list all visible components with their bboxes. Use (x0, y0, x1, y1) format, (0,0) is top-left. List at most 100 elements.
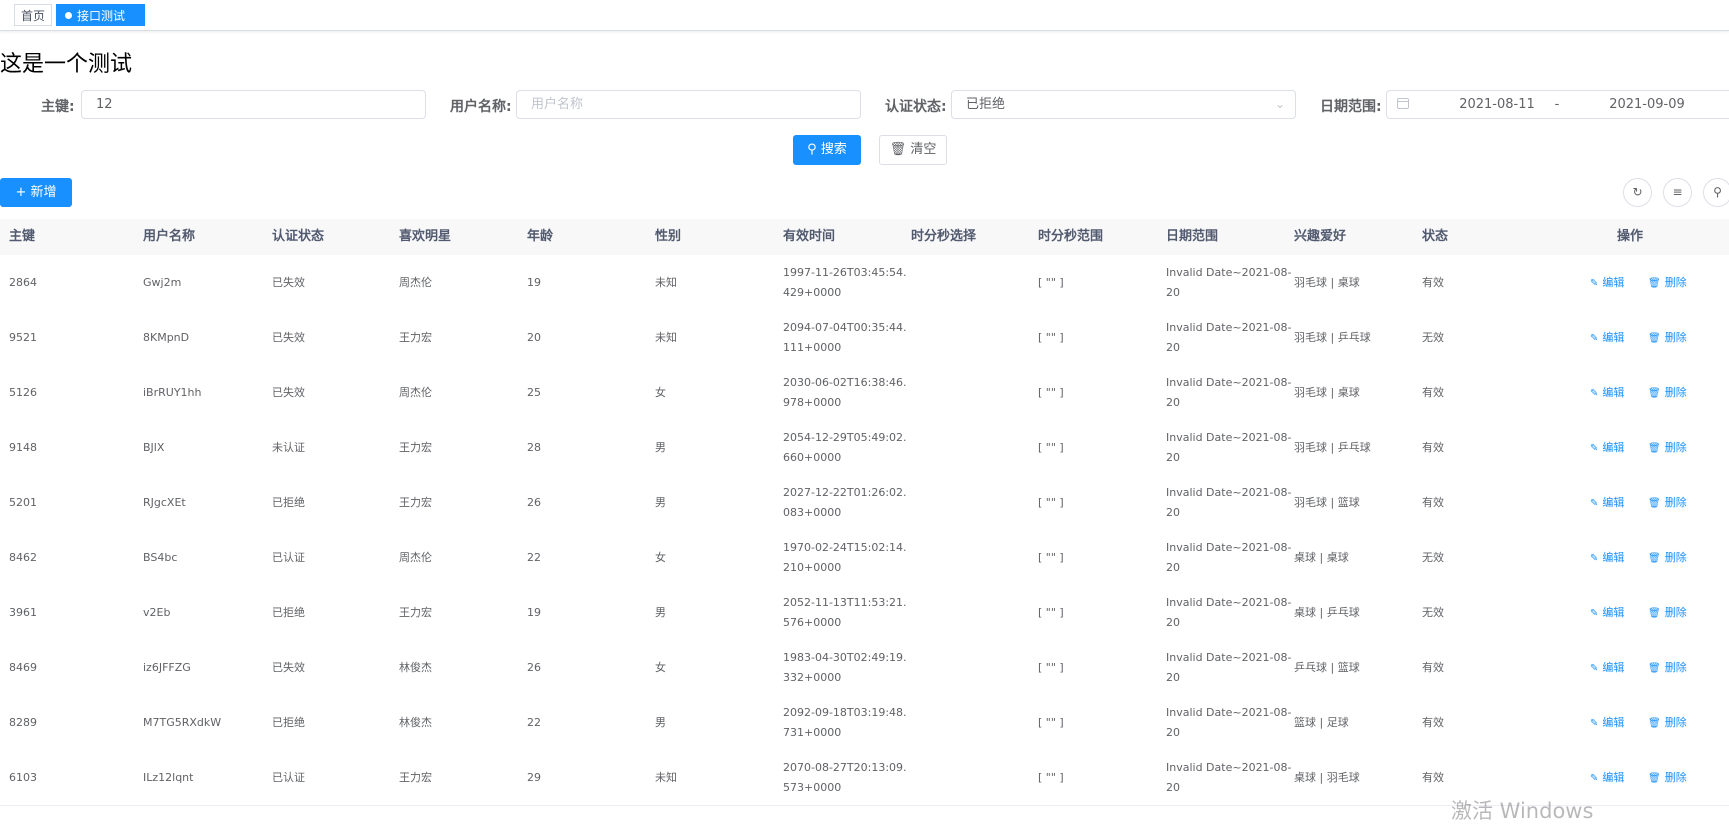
edit-button[interactable]: ✎ 编辑 (1590, 695, 1624, 751)
cell-gender: 未知 (655, 331, 677, 344)
cell-username: v2Eb (143, 606, 171, 619)
close-icon[interactable]: × (71, 34, 79, 45)
plus-icon: + (15, 185, 27, 200)
trash-icon: 🗑 (1648, 443, 1661, 454)
cell-date-range: Invalid Date~2021-08- 20 (1166, 758, 1292, 798)
cell-date-range: Invalid Date~2021-08- 20 (1166, 538, 1292, 578)
col-header-hobby: 兴趣爱好 (1294, 229, 1347, 244)
edit-button[interactable]: ✎ 编辑 (1590, 585, 1624, 641)
date-range-picker[interactable]: 2021-08-11 - 2021-09-09 (1386, 90, 1729, 119)
col-header-star: 喜欢明星 (399, 229, 452, 244)
cell-hobby: 乒乓球 | 篮球 (1294, 661, 1360, 674)
cell-time-range: [ "" ] (1038, 441, 1064, 454)
edit-button[interactable]: ✎ 编辑 (1590, 310, 1624, 366)
clear-button-label: 清空 (910, 142, 937, 157)
delete-button[interactable]: 🗑 删除 (1648, 475, 1687, 531)
delete-button[interactable]: 🗑 删除 (1648, 255, 1687, 311)
cell-valid-time: 2052-11-13T11:53:21. 576+0000 (783, 593, 907, 633)
cell-auth-status: 已拒绝 (272, 716, 305, 729)
edit-button[interactable]: ✎ 编辑 (1590, 750, 1624, 806)
delete-button[interactable]: 🗑 删除 (1648, 420, 1687, 476)
date-start-input[interactable]: 2021-08-11 (1447, 91, 1547, 118)
cell-username: iz6JFFZG (143, 661, 191, 674)
delete-button[interactable]: 🗑 删除 (1648, 530, 1687, 586)
cell-hobby: 桌球 | 乒乓球 (1294, 606, 1360, 619)
cell-username: ILz12lqnt (143, 771, 194, 784)
delete-button[interactable]: 🗑 删除 (1648, 585, 1687, 641)
cell-gender: 男 (655, 716, 666, 729)
col-header-username: 用户名称 (143, 229, 196, 244)
delete-button-label: 删除 (1664, 331, 1687, 344)
edit-button[interactable]: ✎ 编辑 (1590, 530, 1624, 586)
cell-time-range: [ "" ] (1038, 716, 1064, 729)
edit-button[interactable]: ✎ 编辑 (1590, 640, 1624, 696)
delete-button[interactable]: 🗑 删除 (1648, 310, 1687, 366)
search-button[interactable]: ⚲ 搜索 (793, 135, 861, 165)
cell-time-range: [ "" ] (1038, 771, 1064, 784)
cell-valid-time-line2: 429+0000 (783, 286, 842, 299)
cell-username: BJlX (143, 441, 165, 454)
edit-button-label: 编辑 (1602, 771, 1625, 784)
edit-button[interactable]: ✎ 编辑 (1590, 420, 1624, 476)
auth-status-select[interactable]: 已拒绝 ⌄ (951, 90, 1296, 119)
table-row: 2864 Gwj2m 已失效 周杰伦 19 未知 1997-11-26T03:45:54. 4… (0, 255, 1729, 311)
delete-button[interactable]: 🗑 删除 (1648, 640, 1687, 696)
date-end-input[interactable]: 2021-09-09 (1597, 91, 1697, 118)
delete-button[interactable]: 🗑 删除 (1648, 750, 1687, 806)
cell-gender: 男 (655, 441, 666, 454)
delete-button-label: 删除 (1664, 441, 1687, 454)
cell-valid-time-line2: 576+0000 (783, 616, 842, 629)
delete-button-label: 删除 (1664, 551, 1687, 564)
cell-age: 29 (527, 771, 541, 784)
tab-home[interactable]: 首页 (14, 4, 52, 26)
cell-valid-time-line1: 2054-12-29T05:49:02. (783, 431, 907, 444)
active-dot-icon (65, 12, 72, 19)
add-button[interactable]: + 新增 (0, 178, 72, 207)
cell-date-range: Invalid Date~2021-08- 20 (1166, 428, 1292, 468)
cell-hobby: 羽毛球 | 乒乓球 (1294, 331, 1371, 344)
edit-button[interactable]: ✎ 编辑 (1590, 365, 1624, 421)
cell-auth-status: 已认证 (272, 771, 305, 784)
col-header-gender: 性别 (655, 229, 682, 244)
table-row: 5126 iBrRUY1hh 已失效 周杰伦 25 女 2030-06-02T16:38:4… (0, 365, 1729, 421)
calendar-icon (1397, 98, 1409, 109)
cell-id: 6103 (9, 771, 37, 784)
edit-button-label: 编辑 (1602, 386, 1625, 399)
username-input[interactable]: 用户名称 (516, 90, 861, 119)
col-header-valid-time: 有效时间 (783, 229, 836, 244)
toggle-search-button[interactable]: ⚲ (1703, 178, 1729, 207)
edit-button[interactable]: ✎ 编辑 (1590, 255, 1624, 311)
delete-button[interactable]: 🗑 删除 (1648, 695, 1687, 751)
cell-gender: 女 (655, 386, 666, 399)
cell-username: iBrRUY1hh (143, 386, 202, 399)
refresh-button[interactable]: ↻ (1623, 178, 1652, 207)
cell-age: 22 (527, 716, 541, 729)
cell-hobby: 篮球 | 足球 (1294, 716, 1349, 729)
cell-status: 有效 (1422, 441, 1444, 454)
cell-status: 有效 (1422, 276, 1444, 289)
cell-date-range-line1: Invalid Date~2021-08- (1166, 376, 1292, 389)
delete-button[interactable]: 🗑 删除 (1648, 365, 1687, 421)
cell-hobby: 桌球 | 羽毛球 (1294, 771, 1360, 784)
tab-api-test[interactable]: 接口测试 × (56, 4, 145, 45)
cell-hobby: 羽毛球 | 桌球 (1294, 276, 1360, 289)
trash-icon: 🗑 (1648, 388, 1661, 399)
edit-button-label: 编辑 (1602, 496, 1625, 509)
cell-date-range-line1: Invalid Date~2021-08- (1166, 761, 1292, 774)
cell-date-range-line1: Invalid Date~2021-08- (1166, 431, 1292, 444)
cell-valid-time: 2094-07-04T00:35:44. 111+0000 (783, 318, 907, 358)
edit-button[interactable]: ✎ 编辑 (1590, 475, 1624, 531)
pk-input[interactable]: 12 (81, 90, 426, 119)
cell-username: BS4bc (143, 551, 178, 564)
cell-username: 8KMpnD (143, 331, 190, 344)
edit-icon: ✎ (1590, 663, 1599, 674)
delete-button-label: 删除 (1664, 661, 1687, 674)
column-settings-button[interactable]: ≡ (1663, 178, 1692, 207)
clear-button[interactable]: 🗑 清空 (879, 135, 947, 165)
cell-valid-time-line2: 573+0000 (783, 781, 842, 794)
pk-label: 主键: (41, 99, 75, 115)
col-header-status: 状态 (1422, 229, 1449, 244)
cell-date-range-line2: 20 (1166, 451, 1180, 464)
edit-button-label: 编辑 (1602, 716, 1625, 729)
col-header-date-range: 日期范围 (1166, 229, 1219, 244)
